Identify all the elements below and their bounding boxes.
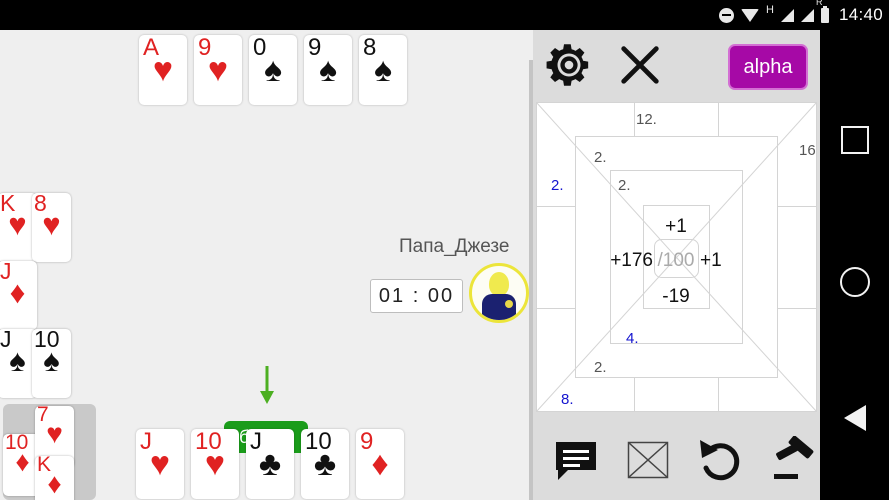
- score-center: /100: [658, 250, 695, 271]
- card-suit: ♦: [15, 446, 30, 477]
- board-cell-16: 16.: [799, 142, 817, 159]
- signal-icon: [780, 8, 794, 22]
- player-hand: J ♥ 10 ♥ J ♣ 10 ♣ 9 ♦: [136, 429, 404, 499]
- app-root: H R 14:40 A ♥ 9 ♥ 0 ♠ 9 ♠ 8 ♠ K ♥ 8 ♥ J ♦ J ♠ 10 ♠ 10 ♦ 7 ♥ K ♦…: [0, 0, 889, 500]
- card-suit: ♥: [207, 51, 229, 89]
- discard-tray: 10 ♦ 7 ♥ K ♦: [3, 403, 96, 500]
- android-nav-bar: [820, 30, 889, 500]
- game-board-area: A ♥ 9 ♥ 0 ♠ 9 ♠ 8 ♠ K ♥ 8 ♥ J ♦ J ♠ 10 ♠ 10 ♦ 7 ♥ K ♦ Папа_Джез…: [0, 30, 533, 500]
- panel-toolbar: [533, 422, 820, 500]
- playing-card[interactable]: 8 ♠: [359, 35, 407, 105]
- playing-card[interactable]: J ♦: [0, 259, 37, 330]
- playing-card[interactable]: 0 ♠: [249, 35, 297, 105]
- board-cell-12: 12.: [636, 111, 657, 128]
- score-top: +1: [665, 216, 687, 237]
- playing-card[interactable]: J ♣: [246, 429, 294, 499]
- status-clock: 14:40: [838, 5, 883, 24]
- card-suit: ♥: [46, 418, 63, 449]
- playing-card[interactable]: K ♦: [35, 453, 74, 500]
- card-suit: ♥: [204, 445, 226, 483]
- card-suit: ♠: [9, 343, 26, 378]
- playing-card[interactable]: 10 ♠: [32, 327, 71, 398]
- card-suit: ♠: [373, 51, 393, 89]
- score-left: +176: [610, 250, 653, 271]
- turn-timer: 01 : 00: [370, 279, 463, 313]
- playing-card[interactable]: 9 ♠: [304, 35, 352, 105]
- circle-home-icon[interactable]: [839, 267, 870, 297]
- close-icon[interactable]: [617, 42, 663, 88]
- battery-icon: [820, 5, 829, 23]
- board-cell-4: 4.: [626, 330, 639, 347]
- board-cell-2b: 2.: [551, 177, 564, 194]
- avatar-head: [489, 272, 509, 296]
- board-cell-2c: 2.: [618, 177, 631, 194]
- card-suit: ♣: [258, 445, 282, 483]
- triangle-back-icon[interactable]: [843, 405, 866, 431]
- card-suit: ♥: [42, 207, 61, 242]
- panel-header: alpha: [533, 30, 820, 100]
- alpha-button[interactable]: alpha: [728, 44, 808, 90]
- chat-icon[interactable]: [552, 436, 600, 484]
- board-cell-2a: 2.: [594, 149, 607, 166]
- roaming-label: R: [815, 0, 823, 7]
- signal-roaming-icon: R: [800, 0, 822, 22]
- down-arrow-icon: [260, 366, 274, 404]
- card-suit: ♦: [9, 275, 26, 310]
- card-suit: ♠: [43, 343, 60, 378]
- wifi-icon: [741, 8, 759, 22]
- score-bottom: -19: [662, 286, 689, 307]
- card-suit: ♠: [263, 51, 283, 89]
- gear-icon[interactable]: [546, 42, 592, 88]
- playing-card[interactable]: 9 ♦: [356, 429, 404, 499]
- undo-icon[interactable]: [696, 436, 744, 484]
- score-right: +1: [700, 250, 722, 271]
- board-cell-8: 8.: [561, 391, 574, 408]
- playing-card[interactable]: 10 ♣: [301, 429, 349, 499]
- status-bar: H R 14:40: [0, 0, 889, 30]
- card-suit: ♦: [47, 468, 62, 499]
- gavel-icon[interactable]: [770, 436, 818, 484]
- status-icon-group: H R 14:40: [719, 0, 883, 30]
- opponent-hand: A ♥ 9 ♥ 0 ♠ 9 ♠ 8 ♠: [139, 35, 407, 105]
- card-suit: ♥: [152, 51, 174, 89]
- board-cell-2d: 2.: [594, 359, 607, 376]
- side-panel: alpha 12. 16 2. 2. 2. 4. 2. 8. +1 +176 /…: [533, 30, 820, 500]
- card-suit: ♥: [149, 445, 171, 483]
- do-not-disturb-icon: [719, 7, 734, 23]
- card-suit: ♥: [8, 207, 27, 242]
- score-board-diagram[interactable]: 12. 16. 2. 2. 2. 4. 2. 8. +1 +176 /100 +…: [536, 102, 817, 412]
- playing-card[interactable]: 8 ♥: [32, 191, 71, 262]
- playing-card[interactable]: J ♥: [136, 429, 184, 499]
- player-name-label: Папа_Джезе: [399, 236, 510, 257]
- card-suit: ♣: [313, 445, 337, 483]
- avatar-body: [482, 294, 516, 320]
- playing-card[interactable]: A ♥: [139, 35, 187, 105]
- playing-card[interactable]: 10 ♥: [191, 429, 239, 499]
- playing-card[interactable]: 9 ♥: [194, 35, 242, 105]
- avatar-badge: [505, 300, 513, 308]
- square-recents-icon[interactable]: [840, 126, 869, 154]
- card-suit: ♦: [371, 445, 389, 483]
- player-avatar[interactable]: [469, 263, 529, 323]
- card-suit: ♠: [318, 51, 338, 89]
- network-type-label: H: [766, 3, 774, 16]
- grid-crossed-icon[interactable]: [624, 436, 672, 484]
